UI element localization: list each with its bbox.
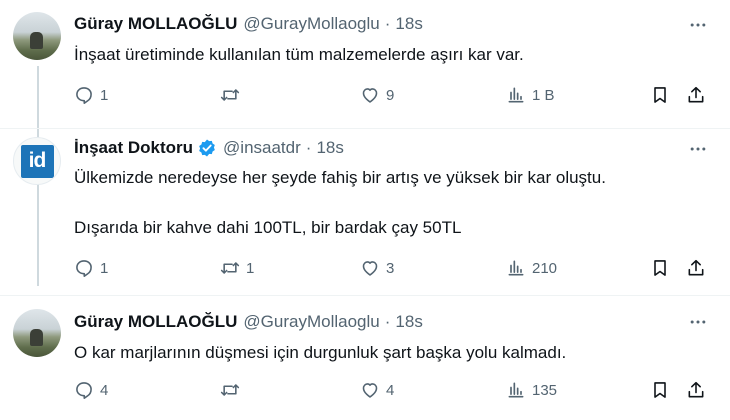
more-icon[interactable]	[688, 312, 708, 332]
views-count: 135	[532, 381, 558, 399]
bookmark-button[interactable]	[650, 379, 670, 401]
avatar[interactable]	[13, 309, 61, 357]
views-button[interactable]: 210	[506, 257, 557, 279]
action-bar: 1 1 3 210	[74, 257, 714, 279]
avatar[interactable]: id	[13, 137, 61, 185]
retweet-count: 1	[246, 259, 255, 277]
like-count: 9	[386, 86, 395, 104]
author-name[interactable]: İnşaat Doktoru	[74, 138, 193, 158]
reply-count: 1	[100, 86, 109, 104]
reply-count: 1	[100, 259, 109, 277]
tweet-2[interactable]: id İnşaat Doktoru @insaatdr · 18s Ülkemi…	[0, 129, 730, 295]
tweet-text: İnşaat üretiminde kullanılan tüm malzeme…	[74, 45, 524, 64]
tweet-text: O kar marjlarının düşmesi için durgunluk…	[74, 343, 567, 362]
tweet-header: İnşaat Doktoru @insaatdr · 18s	[74, 137, 344, 159]
author-name[interactable]: Güray MOLLAOĞLU	[74, 312, 237, 332]
retweet-icon	[220, 85, 240, 105]
like-button[interactable]: 3	[360, 257, 394, 279]
reply-button[interactable]: 4	[74, 379, 108, 401]
reply-button[interactable]: 1	[74, 84, 108, 106]
bookmark-button[interactable]	[650, 257, 670, 279]
author-handle[interactable]: @GurayMollaoglu	[243, 14, 379, 34]
reply-count: 4	[100, 381, 109, 399]
share-icon	[686, 258, 706, 278]
share-button[interactable]	[686, 84, 706, 106]
avatar[interactable]	[13, 12, 61, 60]
like-button[interactable]: 4	[360, 379, 394, 401]
reply-icon	[74, 85, 94, 105]
like-icon	[360, 85, 380, 105]
like-icon	[360, 380, 380, 400]
share-icon	[686, 85, 706, 105]
reply-button[interactable]: 1	[74, 257, 108, 279]
like-count: 3	[386, 259, 395, 277]
tweet-1[interactable]: Güray MOLLAOĞLU @GurayMollaoglu · 18s İn…	[0, 0, 730, 128]
action-bar: 4 4 135	[74, 379, 714, 401]
separator-dot: ·	[384, 14, 391, 33]
retweet-icon	[220, 258, 240, 278]
timestamp[interactable]: 18s	[395, 14, 422, 34]
verified-badge-icon	[197, 138, 217, 158]
tweet-header: Güray MOLLAOĞLU @GurayMollaoglu · 18s	[74, 13, 423, 35]
bookmark-icon	[650, 380, 670, 400]
views-count: 210	[532, 259, 558, 277]
more-icon[interactable]	[688, 15, 708, 35]
retweet-button[interactable]	[220, 84, 246, 106]
retweet-button[interactable]	[220, 379, 246, 401]
like-button[interactable]: 9	[360, 84, 394, 106]
reply-icon	[74, 258, 94, 278]
like-icon	[360, 258, 380, 278]
views-icon	[506, 258, 526, 278]
bookmark-icon	[650, 258, 670, 278]
tweet-text-line-1: Ülkemizde neredeyse her şeyde fahiş bir …	[74, 168, 606, 187]
logo-mark: id	[20, 144, 54, 178]
share-icon	[686, 380, 706, 400]
reply-icon	[74, 380, 94, 400]
tweet-3[interactable]: Güray MOLLAOĞLU @GurayMollaoglu · 18s O …	[0, 296, 730, 420]
views-button[interactable]: 135	[506, 379, 557, 401]
views-icon	[506, 85, 526, 105]
action-bar: 1 9 1 B	[74, 84, 714, 106]
share-button[interactable]	[686, 379, 706, 401]
more-icon[interactable]	[688, 139, 708, 159]
share-button[interactable]	[686, 257, 706, 279]
author-handle[interactable]: @GurayMollaoglu	[243, 312, 379, 332]
author-name[interactable]: Güray MOLLAOĞLU	[74, 14, 237, 34]
timestamp[interactable]: 18s	[395, 312, 422, 332]
like-count: 4	[386, 381, 395, 399]
views-button[interactable]: 1 B	[506, 84, 555, 106]
tweet-text-line-2: Dışarıda bir kahve dahi 100TL, bir barda…	[74, 218, 462, 237]
separator-dot: ·	[305, 138, 312, 157]
retweet-icon	[220, 380, 240, 400]
separator-dot: ·	[384, 312, 391, 331]
views-count: 1 B	[532, 86, 555, 104]
retweet-button[interactable]: 1	[220, 257, 254, 279]
timestamp[interactable]: 18s	[316, 138, 343, 158]
views-icon	[506, 380, 526, 400]
bookmark-button[interactable]	[650, 84, 670, 106]
author-handle[interactable]: @insaatdr	[223, 138, 301, 158]
bookmark-icon	[650, 85, 670, 105]
tweet-header: Güray MOLLAOĞLU @GurayMollaoglu · 18s	[74, 311, 423, 333]
